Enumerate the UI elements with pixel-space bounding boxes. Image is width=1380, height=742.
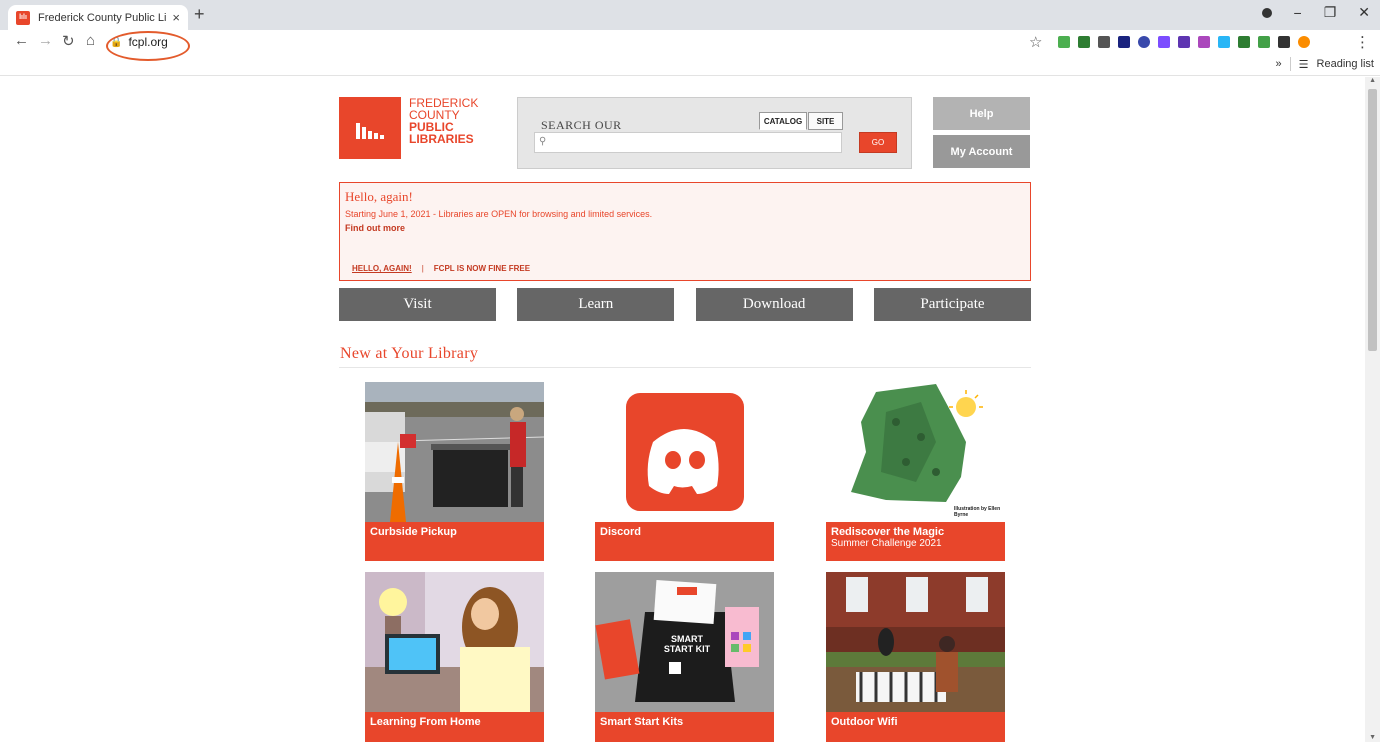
- learning-photo: [365, 572, 544, 712]
- nav-learn[interactable]: Learn: [517, 288, 675, 321]
- browser-menu-icon[interactable]: ⋮: [1355, 33, 1370, 51]
- logo-mark-icon: [339, 97, 401, 159]
- search-tab-catalog[interactable]: CATALOG: [759, 112, 807, 130]
- card-caption: Smart Start Kits: [595, 712, 774, 742]
- alert-body: Starting June 1, 2021 - Libraries are OP…: [345, 209, 653, 219]
- curbside-photo: [365, 382, 544, 522]
- main-nav: Visit Learn Download Participate: [339, 288, 1031, 321]
- browser-tabbar: lılı Frederick County Public Libraries ×…: [0, 0, 1380, 30]
- card-learning-from-home[interactable]: Learning From Home: [365, 572, 544, 742]
- bookmarks-bar: » ☰ Reading list: [0, 54, 1380, 76]
- extension-icon[interactable]: [1158, 36, 1170, 48]
- tab-title: Frederick County Public Libraries: [38, 11, 167, 24]
- fcpl-logo[interactable]: FREDERICK COUNTY PUBLIC LIBRARIES: [339, 97, 479, 159]
- home-icon[interactable]: ⌂: [86, 32, 95, 49]
- alert-tab-fine-free[interactable]: FCPL IS NOW FINE FREE: [434, 264, 530, 273]
- nav-participate[interactable]: Participate: [873, 288, 1031, 321]
- card-discord[interactable]: Discord: [595, 382, 774, 561]
- extension-icon[interactable]: [1058, 36, 1070, 48]
- alert-tab-separator: |: [421, 264, 424, 273]
- address-bar[interactable]: 🔒 fcpl.org: [110, 31, 1130, 53]
- my-account-button[interactable]: My Account: [933, 135, 1030, 168]
- divider: [1289, 57, 1291, 71]
- search-panel: SEARCH OUR CATALOG SITE ⚲ GO: [517, 97, 912, 169]
- forward-icon[interactable]: →: [38, 32, 53, 49]
- discord-logo: [595, 382, 774, 522]
- extension-icon[interactable]: [1078, 36, 1090, 48]
- alert-tab-hello-again[interactable]: HELLO, AGAIN!: [352, 264, 412, 273]
- extension-icon[interactable]: [1238, 36, 1250, 48]
- section-divider: [339, 367, 1031, 368]
- card-rediscover-the-magic[interactable]: Illustration by Ellen Byrne Rediscover t…: [826, 382, 1005, 561]
- card-smart-start-kits[interactable]: SMART START KIT Smart Start Kits: [595, 572, 774, 742]
- scroll-up-icon[interactable]: ▲: [1369, 77, 1376, 84]
- outdoor-wifi-photo: [826, 572, 1005, 712]
- scroll-thumb[interactable]: [1368, 89, 1377, 351]
- section-title: New at Your Library: [340, 345, 479, 362]
- nav-visit[interactable]: Visit: [339, 288, 496, 321]
- minimize-button[interactable]: −: [1294, 5, 1302, 21]
- search-tab-site[interactable]: SITE: [808, 112, 843, 130]
- extension-icon[interactable]: [1178, 36, 1190, 48]
- card-curbside-pickup[interactable]: Curbside Pickup: [365, 382, 544, 561]
- search-go-button[interactable]: GO: [859, 132, 897, 153]
- illustration-credit: Illustration by Ellen Byrne: [954, 506, 1001, 518]
- reading-list-label: Reading list: [1316, 58, 1374, 70]
- alert-tabs: HELLO, AGAIN! | FCPL IS NOW FINE FREE: [352, 264, 530, 273]
- favicon-icon: lılı: [16, 10, 30, 25]
- profile-icon[interactable]: [1261, 7, 1272, 18]
- search-icon: ⚲: [539, 136, 547, 147]
- extension-icon[interactable]: [1118, 36, 1130, 48]
- back-icon[interactable]: ←: [14, 32, 29, 49]
- extension-icon[interactable]: [1198, 36, 1210, 48]
- nav-download[interactable]: Download: [695, 288, 853, 321]
- county-map-illustration: Illustration by Ellen Byrne: [826, 382, 1005, 522]
- card-caption: Rediscover the Magic Summer Challenge 20…: [826, 522, 1005, 561]
- reload-icon[interactable]: ↻: [62, 32, 75, 50]
- scroll-down-icon[interactable]: ▼: [1369, 734, 1376, 741]
- window-controls: − ❐ ✕: [1261, 4, 1370, 21]
- bookmark-star-icon[interactable]: ☆: [1029, 33, 1042, 51]
- alert-title: Hello, again!: [345, 189, 413, 204]
- find-out-more-link[interactable]: Find out more: [345, 223, 405, 233]
- smart-start-kit-photo: SMART START KIT: [595, 572, 774, 712]
- new-tab-button[interactable]: +: [194, 4, 205, 25]
- extensions-row: [1058, 36, 1310, 48]
- extension-icon[interactable]: [1298, 36, 1310, 48]
- page-content: FREDERICK COUNTY PUBLIC LIBRARIES SEARCH…: [0, 77, 1365, 742]
- close-window-button[interactable]: ✕: [1358, 4, 1370, 21]
- extension-icon[interactable]: [1278, 36, 1290, 48]
- restore-button[interactable]: ❐: [1324, 4, 1337, 21]
- more-bookmarks-icon[interactable]: »: [1276, 58, 1282, 70]
- kit-label: SMART START KIT: [663, 634, 711, 654]
- card-outdoor-wifi[interactable]: Outdoor Wifi: [826, 572, 1005, 742]
- help-button[interactable]: Help: [933, 97, 1030, 130]
- card-caption: Outdoor Wifi: [826, 712, 1005, 742]
- reading-list[interactable]: » ☰ Reading list: [1276, 57, 1374, 71]
- browser-tab[interactable]: lılı Frederick County Public Libraries ×: [8, 5, 188, 30]
- extension-icon[interactable]: [1218, 36, 1230, 48]
- card-caption: Curbside Pickup: [365, 522, 544, 561]
- card-caption: Learning From Home: [365, 712, 544, 742]
- scrollbar[interactable]: ▲ ▼: [1365, 77, 1380, 742]
- reading-list-icon: ☰: [1298, 58, 1309, 71]
- alert-banner: Hello, again! Starting June 1, 2021 - Li…: [339, 182, 1031, 281]
- tab-close-icon[interactable]: ×: [172, 10, 180, 25]
- search-label: SEARCH OUR: [541, 118, 622, 132]
- search-input[interactable]: ⚲: [534, 132, 842, 153]
- card-caption: Discord: [595, 522, 774, 561]
- logo-text: FREDERICK COUNTY PUBLIC LIBRARIES: [409, 96, 479, 146]
- extension-icon[interactable]: [1098, 36, 1110, 48]
- extension-icon[interactable]: [1258, 36, 1270, 48]
- extension-icon[interactable]: [1138, 36, 1150, 48]
